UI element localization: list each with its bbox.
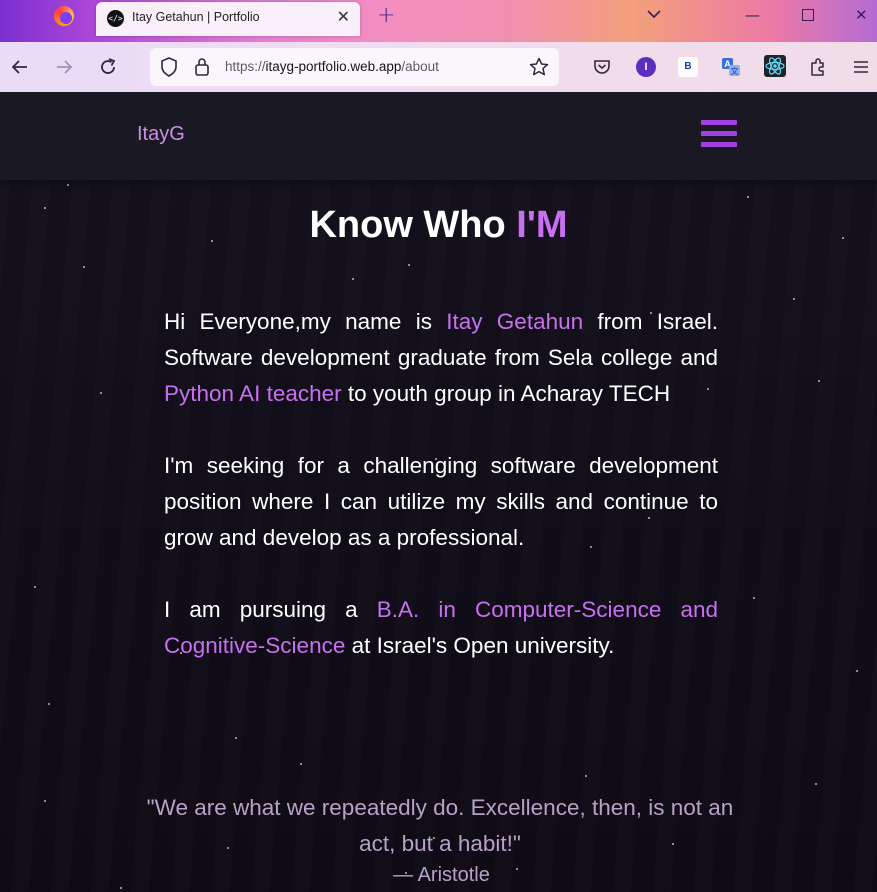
about-paragraph-intro: Hi Everyone,my name is Itay Getahun from… — [164, 309, 718, 406]
star-icon[interactable] — [529, 57, 549, 77]
site-header: ItayG — [0, 92, 877, 180]
hamburger-menu-icon[interactable] — [701, 120, 737, 152]
star-dot — [67, 184, 69, 186]
translate-icon[interactable]: A 文 — [721, 57, 741, 77]
star-dot — [753, 597, 755, 599]
about-paragraph-goal: I'm seeking for a challenging software d… — [164, 453, 718, 550]
star-dot — [83, 266, 85, 268]
star-dot — [408, 264, 410, 266]
profile-extension-icon[interactable]: I — [636, 57, 656, 77]
star-dot — [352, 278, 354, 280]
forward-icon[interactable] — [53, 56, 75, 78]
tab-active[interactable]: </> Itay Getahun | Portfolio ✕ — [96, 2, 360, 36]
page-content: ItayG Know Who I'M Hi Everyone,my name i… — [0, 92, 877, 892]
browser-tab-bar: </> Itay Getahun | Portfolio ✕ + — ✕ — [0, 0, 877, 42]
b-extension-icon[interactable]: B — [678, 57, 698, 77]
about-text: Hi Everyone,my name is Itay Getahun from… — [164, 304, 718, 700]
star-dot — [48, 703, 50, 705]
lock-icon[interactable] — [194, 57, 210, 77]
about-paragraph-education: I am pursuing a B.A. in Computer-Science… — [164, 597, 718, 658]
star-dot — [235, 737, 237, 739]
url-text[interactable]: https://itayg-portfolio.web.app/about — [225, 59, 439, 74]
react-devtools-icon[interactable] — [764, 55, 786, 77]
star-dot — [300, 763, 302, 765]
reload-icon[interactable] — [97, 56, 119, 78]
quote-author: — Aristotle — [393, 864, 490, 886]
highlight-role: Python AI teacher — [164, 381, 342, 406]
back-icon[interactable] — [9, 56, 31, 78]
star-dot — [856, 670, 858, 672]
url-bar[interactable]: https://itayg-portfolio.web.app/about — [150, 48, 559, 86]
firefox-icon[interactable] — [54, 6, 74, 26]
close-icon[interactable]: ✕ — [337, 7, 350, 26]
star-dot — [747, 196, 749, 198]
star-dot — [120, 887, 122, 889]
window-close-icon[interactable]: ✕ — [855, 6, 868, 24]
star-dot — [585, 775, 587, 777]
chevron-down-icon[interactable] — [646, 6, 662, 22]
menu-icon[interactable] — [851, 57, 871, 77]
star-dot — [793, 298, 795, 300]
star-dot — [44, 800, 46, 802]
brand-logo[interactable]: ItayG — [137, 123, 185, 146]
tab-favicon-icon: </> — [107, 10, 124, 27]
svg-text:文: 文 — [731, 66, 739, 76]
tab-title: Itay Getahun | Portfolio — [132, 10, 260, 24]
extensions-icon[interactable] — [808, 57, 828, 77]
minimize-icon[interactable]: — — [745, 6, 760, 24]
star-dot — [818, 380, 820, 382]
star-dot — [100, 392, 102, 394]
pocket-icon[interactable] — [592, 57, 612, 77]
star-dot — [815, 783, 817, 785]
quote-text: "We are what we repeatedly do. Excellenc… — [146, 795, 734, 856]
highlight-name: Itay Getahun — [446, 309, 584, 334]
star-dot — [34, 586, 36, 588]
shield-icon[interactable] — [160, 57, 178, 77]
maximize-icon[interactable] — [802, 9, 814, 21]
plus-icon[interactable]: + — [377, 3, 395, 28]
page-title: Know Who I'M — [309, 204, 568, 246]
